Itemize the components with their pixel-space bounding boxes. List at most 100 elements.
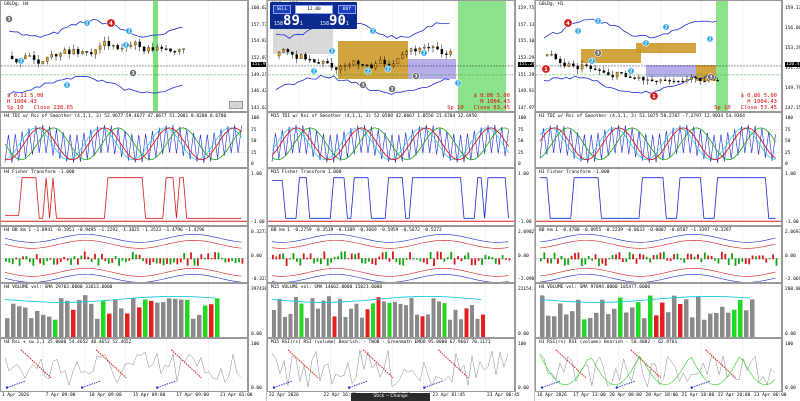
indicator-pane-4[interactable]: M15 VOLUME vol: SMA 14662.0000 15021.000…	[267, 283, 515, 338]
price-scale[interactable]: 200.00 0.00	[782, 283, 800, 338]
main-price-pane[interactable]: 2 2 2 2 2 2 2 3 3 4 1 1 GOLDg, H1 $ 0.86 5.00 H 1004.…	[535, 0, 782, 112]
one-click-trading-panel: SELL 12.00 BUY 158891 158901	[270, 2, 357, 29]
signal-marker-blue[interactable]: 2	[594, 17, 602, 25]
price-scale[interactable]: 2.0902 0.00 -2.0902	[515, 226, 537, 283]
indicator-plot	[1, 169, 247, 225]
bid-price[interactable]: 158891	[274, 14, 303, 31]
time-label: 10 Apr 09:00	[89, 393, 122, 398]
price-scale[interactable]: 159.175 156.005 153.290 151.290 149.795 147.1…	[782, 0, 800, 112]
indicator-title: H4 Rsi + sw 1,1 35.0000 54.4652 48.4652 …	[4, 340, 132, 345]
indicator-pane-1[interactable]: H1 TDI w/ Rsi of Smoother (4,1,1, 3) 53.…	[535, 112, 782, 168]
time-label: 7 Apr 09:00	[45, 393, 76, 398]
price-scale[interactable]: 397430.00 0.00	[248, 283, 275, 338]
signal-marker-gray[interactable]: 3	[129, 69, 137, 77]
time-scale[interactable]: 16 Apr 2026 17 Apr 13:00 20 Apr 08:00 20 Ap…	[535, 392, 787, 401]
main-price-pane[interactable]: 2 2 2 2 2 3 3 4 GOLDg, H4 $ 0.11 5.00 H 1004.43 S…	[0, 0, 248, 112]
signal-marker-blue[interactable]: 2	[706, 35, 714, 43]
price-scale[interactable]: 1.00 -1.00	[515, 168, 533, 226]
indicator-pane-5[interactable]: H1 RSI(rs) RSI (volume) Bearish - 58.488…	[535, 338, 782, 392]
indicator-pane-4[interactable]: H4 VOLUME vol: SMA 29703.0000 33613.0000	[0, 283, 248, 338]
signal-marker-blue[interactable]: 2	[384, 65, 392, 73]
indicator-scale-label: 0	[251, 162, 254, 167]
window-divider[interactable]	[266, 0, 267, 401]
signal-marker-red[interactable]: 1	[649, 91, 659, 101]
svg-text:3: 3	[131, 71, 134, 77]
signal-marker-gray[interactable]: 3	[359, 81, 367, 89]
indicator-pane-4[interactable]: H4 VOLUME vol: SMA 97094.0000 105477.000…	[535, 283, 782, 338]
indicator-title: BB km 1 -0.4780 -0.8955 -0.2239 -0.0633 …	[539, 228, 732, 233]
signal-marker-blue[interactable]: 2	[642, 39, 650, 47]
svg-text:2: 2	[125, 42, 128, 47]
price-scale[interactable]: 100 0.00	[515, 338, 533, 392]
indicator-pane-5[interactable]: M15 RSI(rs) RSI (volume) Bearish: - TWOB…	[267, 338, 515, 392]
price-label: 149.795	[785, 86, 800, 91]
signal-marker-red[interactable]: 1	[541, 64, 551, 74]
indicator-pane-2[interactable]: M15 Fisher Transform 1.000	[267, 168, 515, 226]
price-scale[interactable]: 0.3277 0.00 -0.3277	[248, 226, 270, 283]
panel-toggle-button[interactable]: ...	[229, 101, 243, 109]
signal-marker-blue[interactable]: 2	[310, 67, 318, 75]
indicator-scale-label: 100	[518, 342, 527, 347]
price-scale[interactable]: 2.0697 0.00 -2.0697	[782, 226, 800, 283]
signal-marker-blue[interactable]: 2	[17, 57, 25, 65]
signal-marker-blue[interactable]: 2	[125, 27, 133, 35]
signal-marker-gray[interactable]: 3	[388, 85, 396, 93]
signal-marker-gray[interactable]: 3	[594, 49, 602, 57]
signal-marker-blue[interactable]: 2	[83, 19, 91, 27]
main-price-pane[interactable]: 2222222333GOLDg, M15$ 0.86 5.00 H 1004.4…	[267, 0, 515, 112]
svg-text:2: 2	[331, 48, 334, 53]
indicator-plot	[268, 227, 514, 282]
indicator-pane-2[interactable]: H4 Fisher Transform -1.000	[0, 168, 248, 226]
signal-marker-gray[interactable]: 3	[412, 72, 420, 80]
lot-size-input[interactable]: 12.00	[295, 5, 333, 14]
price-label: 147.150	[785, 106, 800, 111]
signal-marker-blue[interactable]: 2	[328, 47, 336, 55]
svg-text:2: 2	[423, 50, 426, 55]
indicator-scale-label: -1.00	[518, 220, 532, 225]
signal-marker-red[interactable]: 4	[563, 18, 573, 28]
time-scale[interactable]: 1 Apr 2026 7 Apr 09:00 10 Apr 09:00 15 Apr …	[0, 392, 253, 401]
indicator-pane-1[interactable]: H4 TDI w/ Rsi of Smoother (4,1,1, 3) 52.…	[0, 112, 248, 168]
indicator-pane-3[interactable]: BB km 1 -0.4780 -0.8955 -0.2239 -0.0633 …	[535, 226, 782, 283]
signal-marker-gray[interactable]: 3	[707, 73, 715, 81]
svg-text:3: 3	[390, 87, 393, 93]
signal-marker-blue[interactable]: 2	[364, 67, 372, 75]
indicator-scale-label: 2.0902	[518, 230, 535, 235]
signal-marker-blue[interactable]: 2	[369, 27, 377, 35]
indicator-plot	[1, 113, 247, 167]
signal-marker-red[interactable]: 4	[106, 18, 116, 28]
price-scale[interactable]: 100 75 50 25 0	[782, 112, 800, 168]
ask-price[interactable]: 158901	[320, 14, 349, 31]
indicator-pane-3[interactable]: BB km 1 -0.2759 -0.3539 -0.1389 -0.3669 …	[267, 226, 515, 283]
signal-marker-blue[interactable]: 2	[627, 67, 635, 75]
signal-marker-blue[interactable]: 2	[63, 81, 71, 89]
price-scale[interactable]: 160.621 157.730 154.922 152.073 149.215 146.4…	[248, 0, 272, 112]
price-scale[interactable]: 1.00 -1.00	[248, 168, 266, 226]
indicator-pane-1[interactable]: M15 TDI w/ Rsi of Smoother (4,1,1, 3) 52…	[267, 112, 515, 168]
chart-window-right[interactable]: 2 2 2 2 2 2 2 3 3 4 1 1 GOLDg, H1 $ 0.86 5.00 H 1004.…	[535, 0, 800, 401]
time-label: 17 Apr 13:00	[573, 393, 606, 398]
window-divider[interactable]	[534, 0, 535, 401]
price-scale[interactable]: 22154.00 0.00	[515, 283, 540, 338]
signal-marker-blue[interactable]: 2	[454, 79, 462, 87]
indicator-pane-5[interactable]: H4 Rsi + sw 1,1 35.0000 54.4652 48.4652 …	[0, 338, 248, 392]
signal-marker-blue[interactable]: 2	[662, 23, 670, 31]
price-scale[interactable]: 100 0.00	[782, 338, 800, 392]
indicator-pane-3[interactable]: H4 BB km 1 -1.0941 -0.1951 -0.9495 -1.22…	[0, 226, 248, 283]
price-scale[interactable]: 100 75 50 25 0	[248, 112, 266, 168]
signal-marker-blue[interactable]: 2	[122, 41, 130, 49]
indicator-pane-2[interactable]: H1 Fisher Transform -1.000	[535, 168, 782, 226]
price-scale[interactable]: 100 75 50 25 0	[515, 112, 533, 168]
price-scale[interactable]: 1.00 -1.00	[782, 168, 800, 226]
indicator-scale-label: 0.00	[785, 386, 796, 391]
signal-marker-blue[interactable]: 2	[574, 27, 582, 35]
indicator-scale-label: 50	[251, 139, 257, 144]
price-scale[interactable]: 159.756 157.130 155.105 153.290 151.290 149.9…	[515, 0, 539, 112]
chart-window-left[interactable]: 2 2 2 2 2 3 3 4 GOLDg, H4 $ 0.11 5.00 H 1004.43 S…	[0, 0, 275, 401]
signal-marker-gray[interactable]: 3	[5, 15, 13, 23]
price-scale[interactable]: 100 0.00	[248, 338, 266, 392]
chart-window-middle[interactable]: 2222222333GOLDg, M15$ 0.86 5.00 H 1004.4…	[267, 0, 540, 401]
signal-marker-blue[interactable]: 2	[588, 57, 596, 65]
time-label: 15 Apr 09:00	[132, 393, 166, 398]
signal-marker-blue[interactable]: 2	[420, 49, 428, 57]
